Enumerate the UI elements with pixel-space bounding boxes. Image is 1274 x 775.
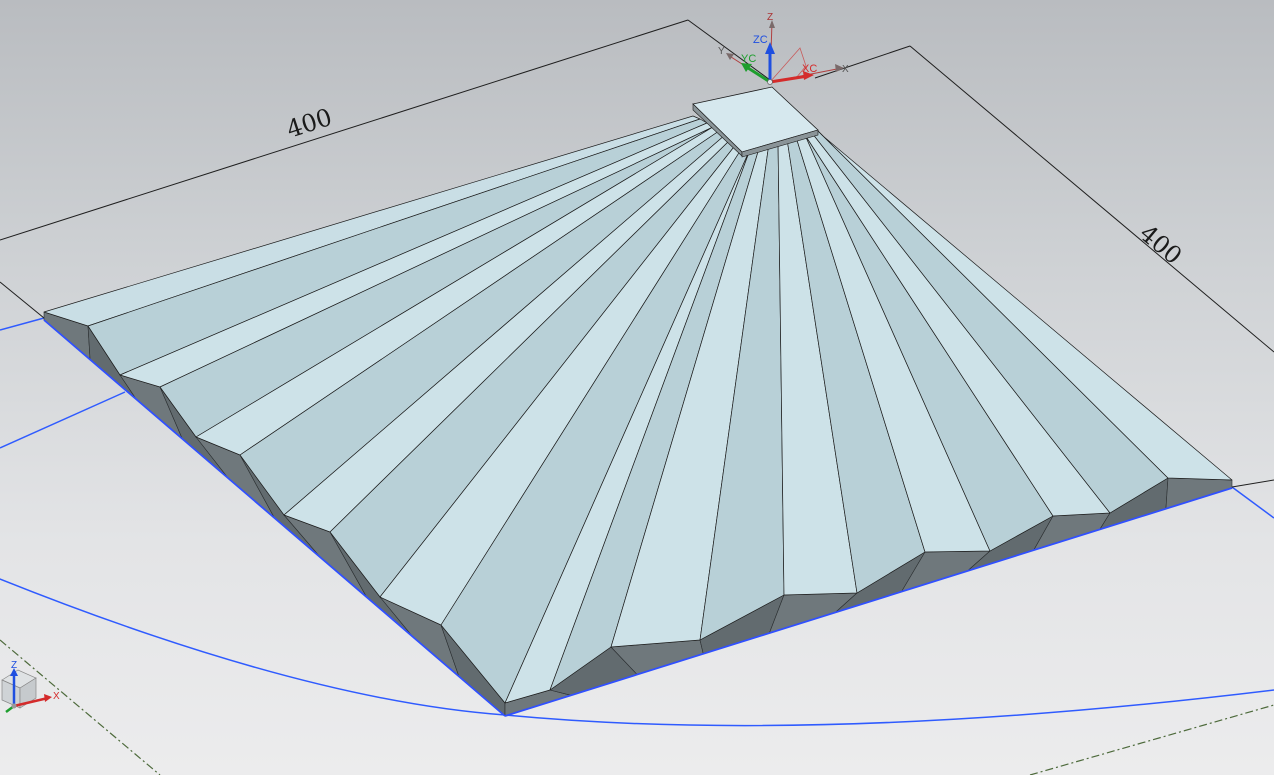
dimension-width-label[interactable]: 400 (1134, 219, 1187, 270)
view-triad-x-label: X (53, 691, 60, 702)
datum-line-left-mid (0, 391, 126, 449)
model-pleat-faces (43, 115, 1233, 704)
wcs-yc-label: YC (741, 53, 756, 65)
view-orientation-triad[interactable]: Z X (1, 660, 60, 713)
dim-extension-top (687, 19, 771, 81)
dim-extension-right-top (814, 45, 911, 79)
datum-line-left-upper (0, 317, 45, 331)
wcs-xc-label: XC (802, 63, 817, 75)
dimension-length-label[interactable]: 400 (283, 103, 335, 144)
view-triad-z-label: Z (11, 660, 17, 671)
wcs-yc-axis[interactable] (744, 64, 771, 84)
pleated-fan-solid[interactable] (43, 86, 1233, 717)
view-triad-x-arrow (44, 694, 52, 702)
side-face (769, 592, 858, 634)
side-face (1165, 477, 1233, 510)
wcs-z-label: Z (767, 12, 773, 23)
wcs-origin[interactable] (767, 79, 773, 85)
wcs-xc-axis[interactable] (769, 74, 809, 84)
view-triad-origin (11, 703, 17, 709)
datum-line-right (1231, 486, 1274, 519)
wcs-x-label: X (842, 64, 849, 75)
wcs-y-arrow (726, 53, 734, 60)
wcs-zc-label: ZC (753, 34, 768, 46)
graphics-viewport[interactable]: 400 400 Z X Y ZC YC XC Z X (0, 0, 1274, 775)
dim-extension-right-bottom (1231, 479, 1274, 488)
datum-dashdot-right (1029, 704, 1274, 775)
3d-scene[interactable]: 400 400 Z X Y ZC YC XC Z X (0, 0, 1274, 775)
datum-dashdot-left (0, 639, 161, 775)
wcs-y-label: Y (718, 46, 725, 57)
dim-extension-far-left (0, 281, 45, 319)
